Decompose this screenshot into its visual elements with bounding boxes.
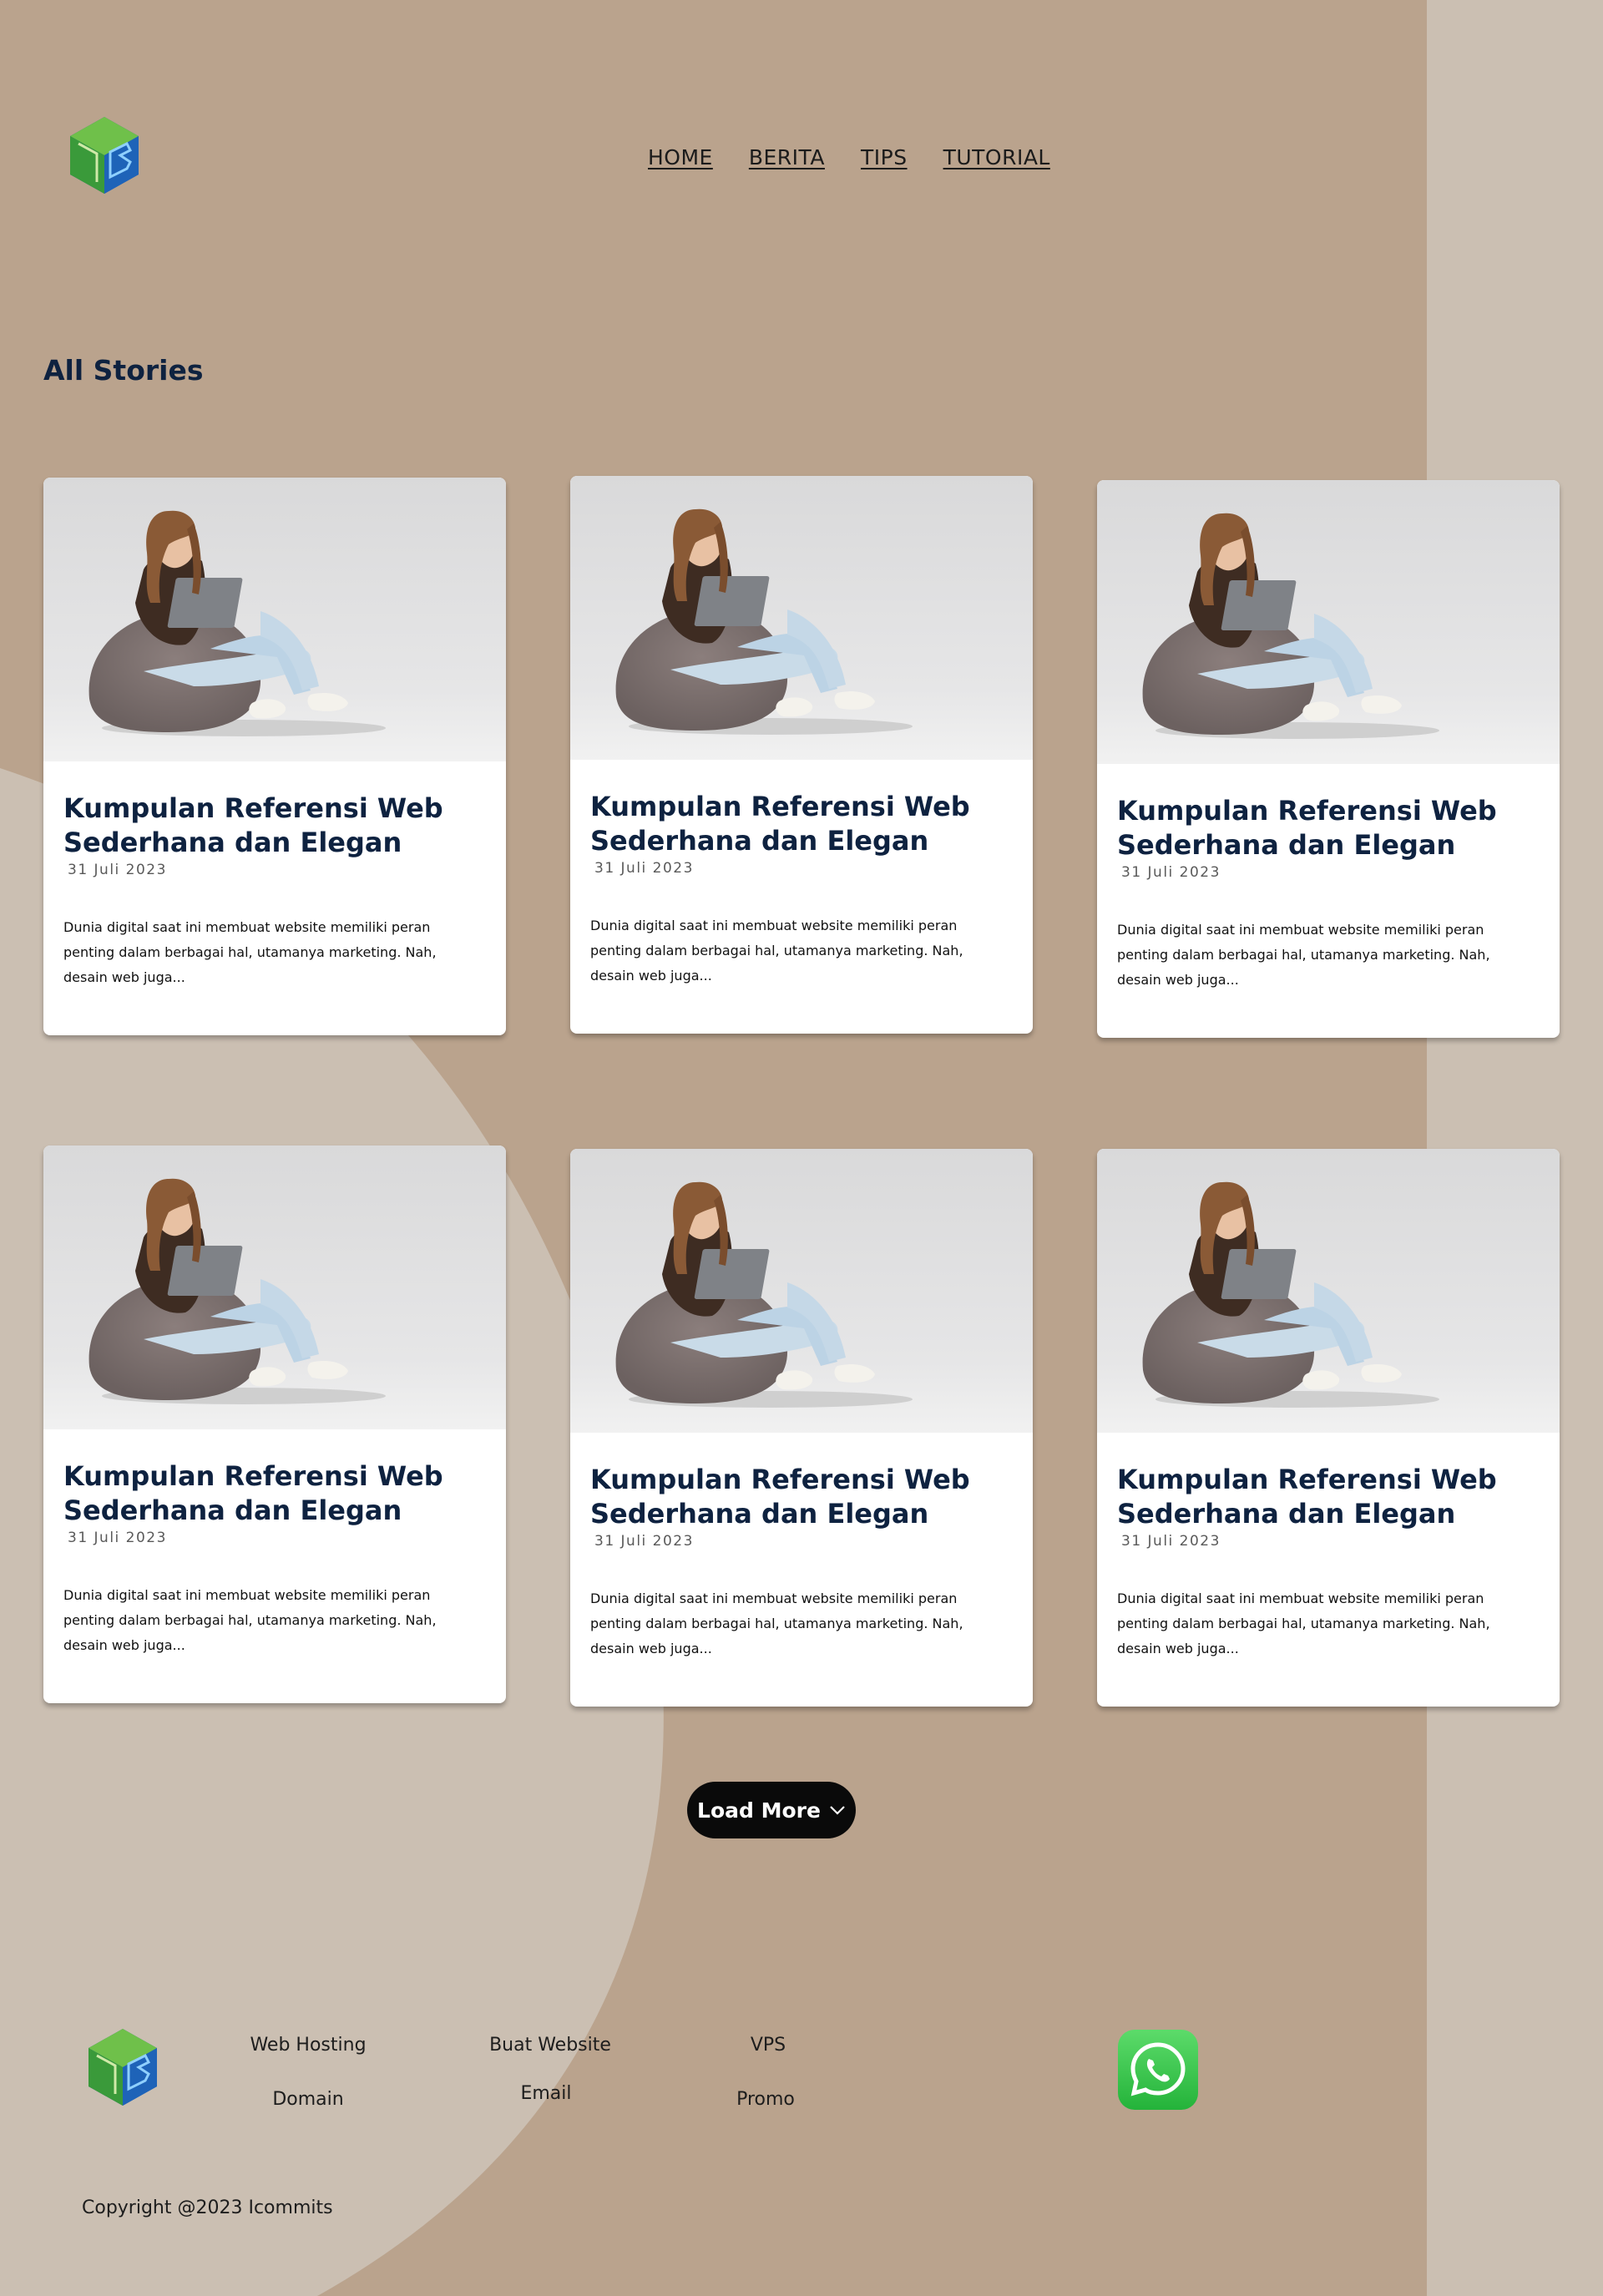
whatsapp-icon[interactable]	[1118, 2030, 1198, 2110]
story-excerpt: Dunia digital saat ini membuat website m…	[590, 918, 963, 984]
section-title: All Stories	[43, 354, 204, 387]
story-card-6[interactable]: Kumpulan Referensi Web Sederhana dan Ele…	[1097, 1149, 1560, 1707]
story-date: 31 Juli 2023	[594, 860, 694, 877]
footer-link-web-hosting[interactable]: Web Hosting	[250, 2035, 366, 2056]
footer-link-buat-website[interactable]: Buat Website	[489, 2035, 611, 2056]
footer-link-email[interactable]: Email	[520, 2083, 571, 2104]
story-excerpt: Dunia digital saat ini membuat website m…	[1117, 922, 1490, 988]
story-card-5[interactable]: Kumpulan Referensi Web Sederhana dan Ele…	[570, 1149, 1033, 1707]
story-image	[43, 478, 506, 761]
cube-logo-icon[interactable]	[68, 115, 140, 195]
story-card-2[interactable]: Kumpulan Referensi Web Sederhana dan Ele…	[570, 476, 1033, 1034]
story-excerpt: Dunia digital saat ini membuat website m…	[590, 1591, 963, 1656]
story-date: 31 Juli 2023	[68, 862, 167, 878]
story-card-4[interactable]: Kumpulan Referensi Web Sederhana dan Ele…	[43, 1145, 506, 1703]
story-date: 31 Juli 2023	[1121, 1533, 1221, 1550]
story-title[interactable]: Kumpulan Referensi Web Sederhana dan Ele…	[1117, 794, 1543, 862]
nav-tutorial[interactable]: TUTORIAL	[943, 145, 1050, 169]
story-card-1[interactable]: Kumpulan Referensi Web Sederhana dan Ele…	[43, 478, 506, 1035]
story-title[interactable]: Kumpulan Referensi Web Sederhana dan Ele…	[590, 790, 1016, 858]
load-more-button[interactable]: Load More	[687, 1782, 856, 1838]
story-excerpt: Dunia digital saat ini membuat website m…	[63, 1587, 437, 1653]
chevron-down-icon	[830, 1806, 845, 1815]
footer-cube-logo-icon[interactable]	[87, 2027, 159, 2107]
nav-tips[interactable]: TIPS	[861, 145, 908, 169]
story-date: 31 Juli 2023	[1121, 864, 1221, 881]
load-more-label: Load More	[697, 1798, 821, 1823]
nav-home[interactable]: HOME	[648, 145, 713, 169]
story-title[interactable]: Kumpulan Referensi Web Sederhana dan Ele…	[590, 1463, 1016, 1531]
story-card-3[interactable]: Kumpulan Referensi Web Sederhana dan Ele…	[1097, 480, 1560, 1038]
footer-link-domain[interactable]: Domain	[272, 2089, 343, 2110]
main-nav: HOME BERITA TIPS TUTORIAL	[648, 145, 1086, 169]
story-excerpt: Dunia digital saat ini membuat website m…	[1117, 1591, 1490, 1656]
story-image	[570, 1149, 1033, 1433]
story-image	[1097, 1149, 1560, 1433]
nav-berita[interactable]: BERITA	[749, 145, 825, 169]
story-image	[1097, 480, 1560, 764]
story-excerpt: Dunia digital saat ini membuat website m…	[63, 919, 437, 985]
story-date: 31 Juli 2023	[68, 1530, 167, 1546]
story-date: 31 Juli 2023	[594, 1533, 694, 1550]
story-image	[43, 1145, 506, 1429]
background-right-panel	[1427, 0, 1603, 2296]
story-image	[570, 476, 1033, 760]
footer-link-promo[interactable]: Promo	[736, 2089, 795, 2110]
story-title[interactable]: Kumpulan Referensi Web Sederhana dan Ele…	[1117, 1463, 1543, 1531]
story-title[interactable]: Kumpulan Referensi Web Sederhana dan Ele…	[63, 1459, 489, 1528]
copyright-text: Copyright @2023 Icommits	[82, 2197, 333, 2218]
story-title[interactable]: Kumpulan Referensi Web Sederhana dan Ele…	[63, 791, 489, 860]
footer-link-vps[interactable]: VPS	[751, 2035, 786, 2056]
